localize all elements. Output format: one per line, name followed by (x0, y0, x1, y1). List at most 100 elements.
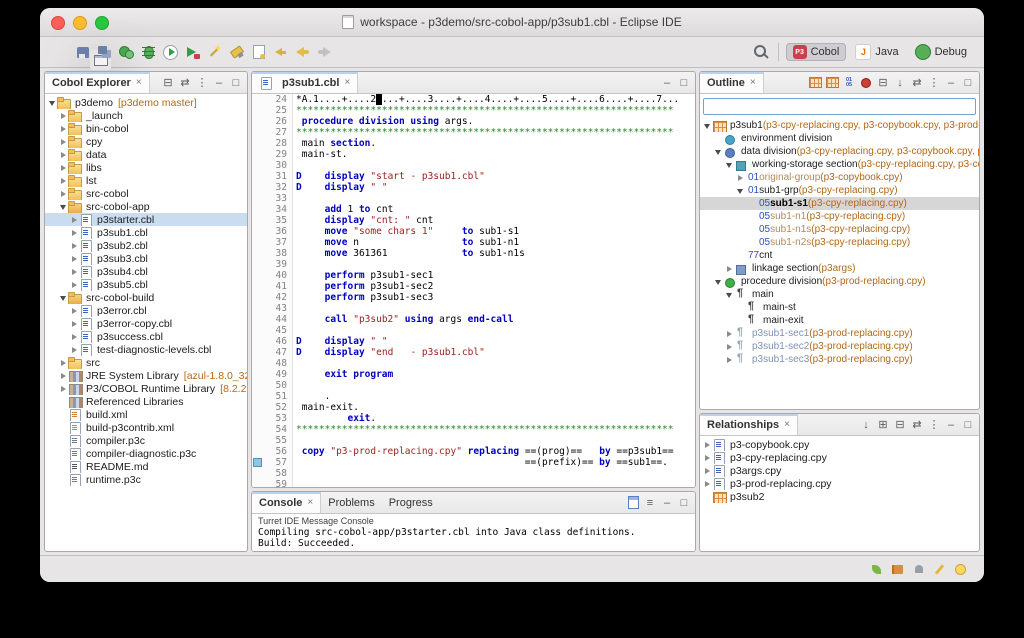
mark-occurrences-icon[interactable] (248, 42, 269, 62)
close-icon[interactable]: × (784, 419, 790, 430)
pencil-icon[interactable] (931, 561, 948, 577)
code-line[interactable]: ****************************************… (296, 105, 695, 116)
expand-arrow-icon[interactable] (59, 136, 68, 148)
close-icon[interactable]: × (344, 77, 350, 88)
tree-item[interactable]: p3-prod-replacing.cpy (700, 477, 979, 490)
code-line[interactable]: procedure division using args. (296, 116, 695, 127)
tab-progress[interactable]: Progress (382, 492, 440, 513)
expand-arrow-icon[interactable] (59, 188, 68, 200)
expand-arrow-icon[interactable] (70, 305, 79, 317)
code-line[interactable]: move "some chars 1" to sub1-s1 (296, 226, 695, 237)
tree-item[interactable]: build.xml (45, 408, 247, 421)
tree-item[interactable]: README.md (45, 460, 247, 473)
tree-item[interactable]: p3-cpy-replacing.cpy (700, 451, 979, 464)
expand-arrow-icon[interactable] (70, 344, 79, 356)
collapse-arrow-icon[interactable] (703, 120, 712, 132)
perspective-cobol-button[interactable]: P3Cobol (786, 43, 847, 61)
code-line[interactable] (296, 193, 695, 204)
tree-item[interactable]: P3/COBOL Runtime Library[8.2.2 (8.2.2-2 (45, 382, 247, 395)
code-line[interactable]: move 361361 to sub1-n1s (296, 248, 695, 259)
expand-arrow-icon[interactable] (703, 465, 712, 477)
view-menu-icon[interactable]: ⋮ (194, 75, 210, 91)
lamp-icon[interactable] (952, 561, 969, 577)
expand-arrow-icon[interactable] (70, 279, 79, 291)
expand-arrow-icon[interactable] (59, 370, 68, 382)
zoom-button[interactable] (95, 16, 109, 30)
minimize-icon[interactable]: – (211, 75, 227, 91)
code-line[interactable]: copy "p3-prod-replacing.cpy" replacing =… (296, 446, 695, 457)
minimize-icon[interactable]: – (659, 495, 675, 511)
tree-item[interactable]: lst (45, 174, 247, 187)
tree-item[interactable]: p3sub1-sec3 (p3-prod-replacing.cpy) (700, 353, 979, 366)
tree-item[interactable]: 05 sub1-s1 (p3-cpy-replacing.cpy) (700, 197, 979, 210)
link-editor-icon[interactable]: ⇄ (909, 75, 925, 91)
minimize-button[interactable] (73, 16, 87, 30)
tree-item[interactable]: compiler.p3c (45, 434, 247, 447)
help-book-icon[interactable] (889, 561, 906, 577)
tree-item[interactable]: p3-copybook.cpy (700, 438, 979, 451)
tree-item[interactable]: p3error-copy.cbl (45, 317, 247, 330)
tree-item[interactable]: data division (p3-cpy-replacing.cpy, p3-… (700, 145, 979, 158)
sort-icon[interactable]: ↓ (858, 417, 874, 433)
code-line[interactable]: exit. (296, 413, 695, 424)
collapse-arrow-icon[interactable] (48, 97, 57, 109)
expand-arrow-icon[interactable] (70, 266, 79, 278)
maximize-icon[interactable]: □ (228, 75, 244, 91)
code-line[interactable]: D display "start - p3sub1.cbl" (296, 171, 695, 182)
tree-item[interactable]: main-exit (700, 314, 979, 327)
collapse-arrow-icon[interactable] (714, 276, 723, 288)
plugin-icon[interactable] (868, 561, 885, 577)
tab-outline[interactable]: Outline × (700, 72, 764, 93)
view-menu-icon[interactable]: ⋮ (926, 75, 942, 91)
tab-cobol-explorer[interactable]: Cobol Explorer × (45, 72, 150, 93)
tree-item[interactable]: p3demo[p3demo master] (45, 96, 247, 109)
expand-arrow-icon[interactable] (70, 331, 79, 343)
collapse-arrow-icon[interactable] (59, 292, 68, 304)
tree-item[interactable]: p3sub3.cbl (45, 252, 247, 265)
tree-item[interactable]: src-cobol (45, 187, 247, 200)
code-line[interactable]: D display "end - p3sub1.cbl" (296, 347, 695, 358)
code-line[interactable] (296, 160, 695, 171)
perspective-debug-button[interactable]: Debug (908, 42, 974, 62)
outline-filter-input[interactable] (703, 98, 976, 115)
perspective-java-button[interactable]: JJava (848, 42, 905, 62)
code-line[interactable] (296, 303, 695, 314)
tree-item[interactable]: JRE System Library[azul-1.8.0_322] (45, 369, 247, 382)
collapse-arrow-icon[interactable] (736, 185, 745, 197)
expand-arrow-icon[interactable] (703, 439, 712, 451)
tree-item[interactable]: p3starter.cbl (45, 213, 247, 226)
level-numbers-icon[interactable] (841, 75, 857, 91)
tree-item[interactable]: linkage section (p3args) (700, 262, 979, 275)
close-button[interactable] (51, 16, 65, 30)
collapse-all-icon[interactable]: ⊟ (160, 75, 176, 91)
code-line[interactable]: D display " " (296, 336, 695, 347)
tab-problems[interactable]: Problems (321, 492, 381, 513)
expand-arrow-icon[interactable] (725, 328, 734, 340)
maximize-icon[interactable]: □ (960, 417, 976, 433)
new-wizard-icon[interactable] (204, 42, 225, 62)
maximize-icon[interactable]: □ (960, 75, 976, 91)
save-all-icon[interactable] (94, 42, 115, 62)
tree-item[interactable]: 77 cnt (700, 249, 979, 262)
tree-item[interactable]: build-p3contrib.xml (45, 421, 247, 434)
expand-arrow-icon[interactable] (725, 341, 734, 353)
expand-arrow-icon[interactable] (703, 478, 712, 490)
close-icon[interactable]: × (750, 77, 756, 88)
tree-item[interactable]: bin-cobol (45, 122, 247, 135)
code-line[interactable] (296, 259, 695, 270)
tree-item[interactable]: environment division (700, 132, 979, 145)
tree-item[interactable]: p3success.cbl (45, 330, 247, 343)
tree-item[interactable]: 05 sub1-n1 (p3-cpy-replacing.cpy) (700, 210, 979, 223)
expand-arrow-icon[interactable] (70, 227, 79, 239)
sort-icon[interactable]: ↓ (892, 75, 908, 91)
code-line[interactable] (296, 325, 695, 336)
minimize-icon[interactable]: – (943, 417, 959, 433)
expand-arrow-icon[interactable] (59, 110, 68, 122)
display-selected-console-icon[interactable]: ≡ (642, 495, 658, 511)
tree-item[interactable]: 05 sub1-n1s (p3-cpy-replacing.cpy) (700, 223, 979, 236)
maximize-icon[interactable]: □ (676, 495, 692, 511)
run-icon[interactable] (160, 42, 181, 62)
code-line[interactable] (296, 380, 695, 391)
tree-item[interactable]: 05 sub1-n2s (p3-cpy-replacing.cpy) (700, 236, 979, 249)
collapse-all-icon[interactable]: ⊟ (892, 417, 908, 433)
